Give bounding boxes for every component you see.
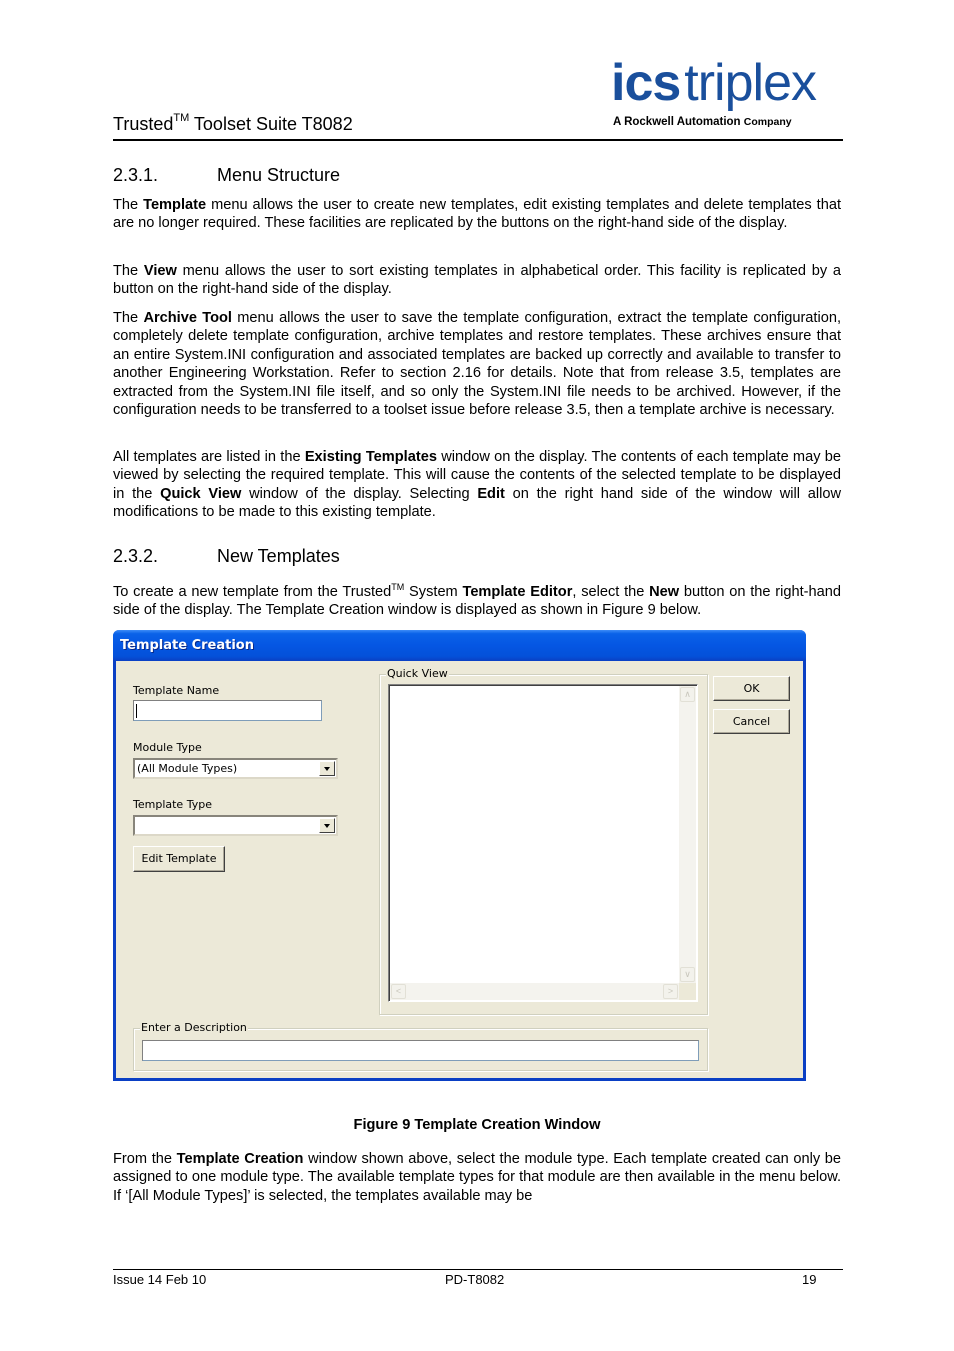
edit-template-button[interactable]: Edit Template [133, 846, 225, 872]
tagline-main: A Rockwell Automation [613, 116, 741, 128]
paragraph: All templates are listed in the Existing… [113, 449, 841, 521]
bold-term: Template Creation [176, 1151, 304, 1167]
quick-view-label: Quick View [386, 667, 449, 680]
scrollbar-corner [679, 983, 696, 1000]
description-label: Enter a Description [140, 1021, 248, 1034]
trademark-sup: TM [173, 112, 190, 124]
template-creation-dialog: Template Creation Template Name Module T… [113, 630, 806, 1081]
scroll-down-icon[interactable]: ∨ [680, 967, 695, 982]
scroll-right-icon[interactable]: > [663, 984, 678, 999]
module-type-label: Module Type [133, 741, 202, 754]
paragraph: The Template menu allows the user to cre… [113, 197, 842, 232]
paragraph: To create a new template from the Truste… [113, 582, 842, 619]
tagline-company: Company [743, 116, 792, 128]
title-suffix: Toolset Suite T8082 [189, 114, 353, 134]
ics-triplex-logo: icstriplex A Rockwell Automation Company [611, 57, 843, 128]
logo-ics: ics [611, 54, 681, 112]
footer-page-number: 19 [802, 1272, 817, 1287]
trademark-sup: TM [391, 582, 405, 592]
header-rule [113, 139, 843, 141]
paragraph: From the Template Creation window shown … [113, 1151, 841, 1204]
horizontal-scrollbar[interactable]: < > [390, 983, 679, 1000]
footer-rule [113, 1269, 843, 1270]
dropdown-arrow-icon[interactable] [319, 818, 335, 833]
paragraph: The View menu allows the user to sort ex… [113, 263, 841, 298]
description-input[interactable] [142, 1040, 699, 1061]
scroll-up-icon[interactable]: ∧ [680, 687, 695, 702]
dialog-title-bar[interactable]: Template Creation [113, 630, 806, 661]
bold-term: New [649, 583, 680, 600]
text-caret [136, 704, 137, 718]
scroll-left-icon[interactable]: < [391, 984, 406, 999]
figure-caption: Figure 9 Template Creation Window [353, 1117, 601, 1133]
bold-term: Edit [477, 485, 505, 502]
vertical-scrollbar[interactable]: ∧ ∨ [679, 686, 696, 983]
footer-issue: Issue 14 Feb 10 [113, 1272, 207, 1287]
section-title: New Templates [217, 546, 340, 566]
template-type-label: Template Type [133, 798, 212, 811]
cancel-button[interactable]: Cancel [713, 709, 790, 734]
bold-term: View [143, 263, 177, 279]
section-number: 2.3.1. [113, 165, 159, 185]
ok-button[interactable]: OK [713, 676, 790, 701]
bold-term: Archive Tool [143, 310, 232, 326]
dialog-title: Template Creation [120, 638, 254, 653]
bold-term: Template Editor [462, 583, 573, 600]
document-title: TrustedTM Toolset Suite T8082 [113, 112, 353, 135]
quick-view-textarea[interactable]: ∧ ∨ < > [388, 684, 698, 1002]
paragraph: The Archive Tool menu allows the user to… [113, 310, 842, 419]
section-heading-menu-structure: 2.3.1. Menu Structure [113, 165, 340, 186]
footer-doc-id: PD-T8082 [445, 1272, 505, 1287]
dropdown-arrow-icon[interactable] [319, 761, 335, 776]
section-number: 2.3.2. [113, 546, 159, 566]
section-heading-new-templates: 2.3.2. New Templates [113, 546, 340, 567]
description-group: Enter a Description [133, 1021, 708, 1071]
logo-tagline: A Rockwell Automation Company [613, 116, 792, 128]
bold-term: Existing Templates [304, 449, 437, 465]
title-prefix: Trusted [113, 114, 174, 134]
module-type-value: (All Module Types) [137, 762, 238, 775]
module-type-dropdown[interactable]: (All Module Types) [133, 758, 338, 779]
template-name-input[interactable] [133, 700, 322, 721]
bold-term: Quick View [160, 485, 242, 502]
logo-triplex: triplex [684, 54, 817, 112]
bold-term: Template [143, 197, 207, 213]
section-title: Menu Structure [217, 165, 341, 185]
template-name-label: Template Name [133, 684, 220, 697]
template-type-dropdown[interactable] [133, 815, 338, 836]
quick-view-group: Quick View ∧ ∨ < > [379, 667, 708, 1015]
